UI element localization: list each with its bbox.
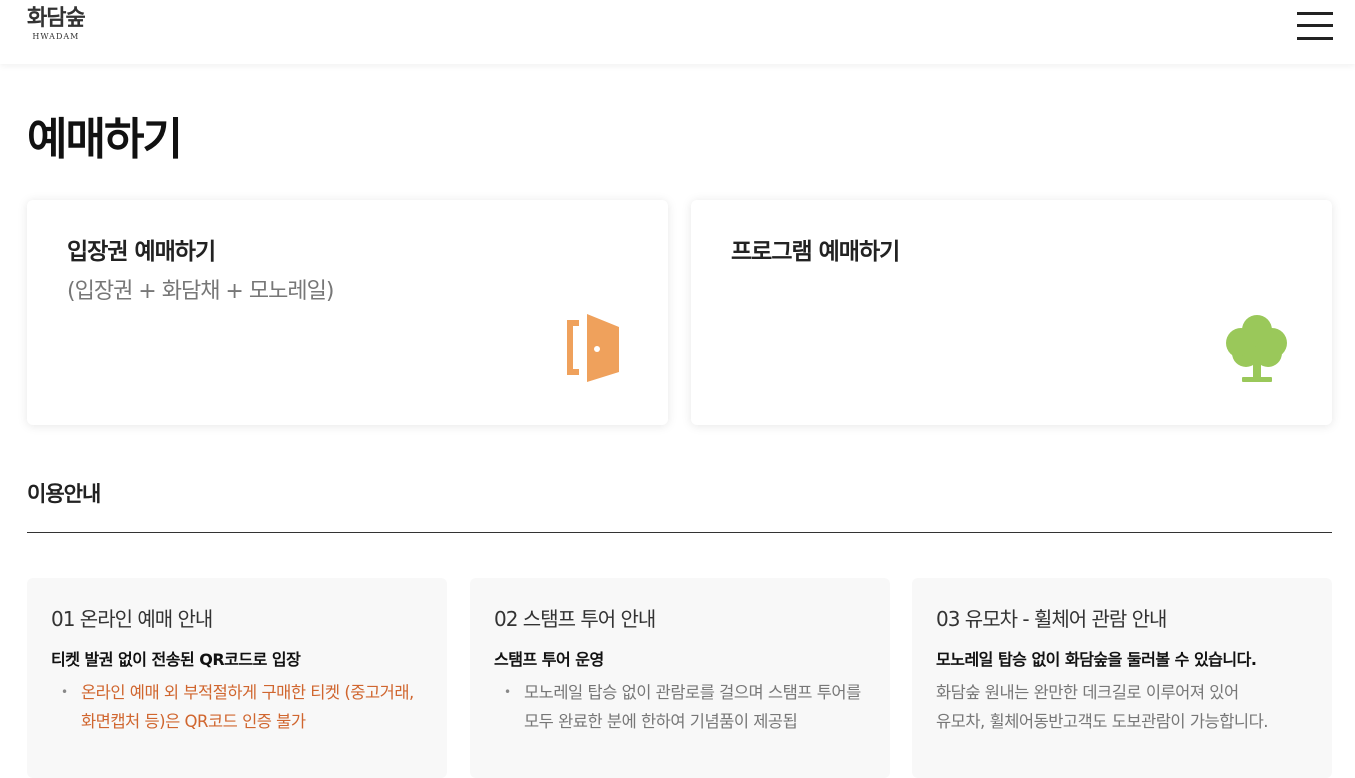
site-header: 화담숲 HWADAM [0, 0, 1355, 64]
list-item: 모노레일 탑승 없이 관람로를 걸으며 스탬프 투어를 모두 완료한 분에 한하… [494, 678, 874, 736]
card-title: 프로그램 예매하기 [731, 239, 900, 265]
logo-korean: 화담숲 [27, 6, 86, 31]
info-list: 온라인 예매 외 부적절하게 구매한 티켓 (중고거래, 화면캡처 등)은 QR… [51, 678, 431, 736]
page-title: 예매하기 [27, 114, 183, 165]
online-booking-info-card: 01 온라인 예매 안내 티켓 발권 없이 전송된 QR코드로 입장 온라인 예… [27, 578, 447, 778]
card-subtitle: (입장권 + 화담채 + 모노레일) [67, 279, 334, 304]
body-line: 화담숲 원내는 완만한 데크길로 이루어져 있어 [936, 683, 1239, 702]
body-line: 유모차, 휠체어동반고객도 도보관람이 가능합니다. [936, 712, 1269, 731]
menu-bar [1297, 37, 1333, 40]
list-item: 온라인 예매 외 부적절하게 구매한 티켓 (중고거래, 화면캡처 등)은 QR… [51, 678, 431, 736]
stroller-wheelchair-info-card: 03 유모차 - 휠체어 관람 안내 모노레일 탑승 없이 화담숲을 둘러볼 수… [912, 578, 1332, 778]
hamburger-menu-icon[interactable] [1297, 12, 1333, 40]
info-card-title: 01 온라인 예매 안내 [51, 607, 213, 631]
info-card-body: 화담숲 원내는 완만한 데크길로 이루어져 있어 유모차, 휠체어동반고객도 도… [936, 678, 1331, 736]
info-card-title: 03 유모차 - 휠체어 관람 안내 [936, 607, 1167, 631]
menu-bar [1297, 24, 1333, 27]
info-card-heading: 모노레일 탑승 없이 화담숲을 둘러볼 수 있습니다. [936, 650, 1257, 669]
site-logo[interactable]: 화담숲 HWADAM [27, 6, 86, 42]
program-booking-card[interactable]: 프로그램 예매하기 [691, 200, 1332, 425]
info-card-title: 02 스탬프 투어 안내 [494, 607, 656, 631]
menu-bar [1297, 12, 1333, 15]
door-icon [565, 314, 623, 388]
usage-guide-title: 이용안내 [27, 482, 101, 506]
info-list: 모노레일 탑승 없이 관람로를 걸으며 스탬프 투어를 모두 완료한 분에 한하… [494, 678, 874, 736]
info-card-heading: 티켓 발권 없이 전송된 QR코드로 입장 [51, 650, 301, 669]
tree-icon [1224, 313, 1290, 389]
info-card-heading: 스탬프 투어 운영 [494, 650, 604, 669]
ticket-booking-card[interactable]: 입장권 예매하기 (입장권 + 화담채 + 모노레일) [27, 200, 668, 425]
logo-english: HWADAM [32, 32, 80, 41]
card-title: 입장권 예매하기 [67, 239, 216, 265]
stamp-tour-info-card: 02 스탬프 투어 안내 스탬프 투어 운영 모노레일 탑승 없이 관람로를 걸… [470, 578, 890, 778]
section-divider [27, 532, 1332, 533]
